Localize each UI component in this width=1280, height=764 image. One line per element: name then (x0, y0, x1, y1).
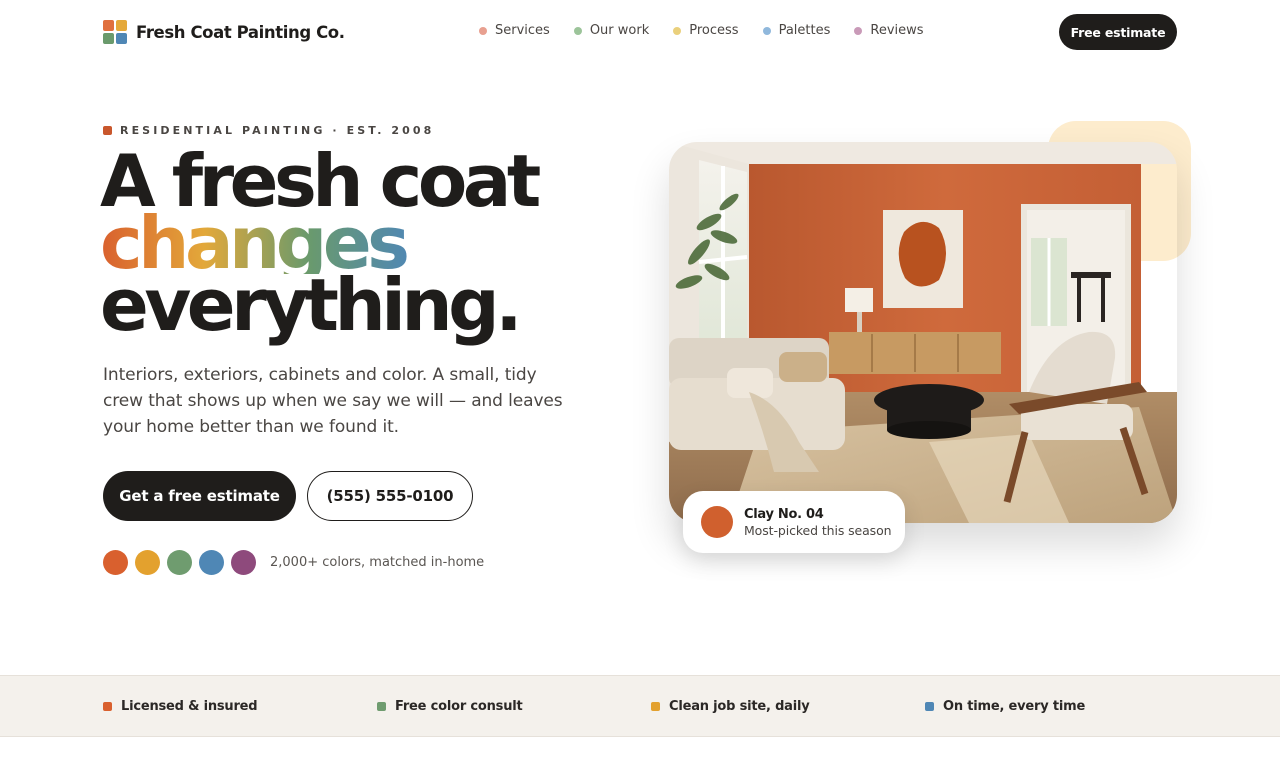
nav-item-label: Services (495, 23, 550, 38)
logo-tile (116, 20, 127, 31)
brand-name: Fresh Coat Painting Co. (136, 22, 345, 42)
featured-color-name: Clay No. 04 (744, 506, 824, 522)
swatch-orange[interactable] (103, 550, 128, 575)
color-swatches: 2,000+ colors, matched in-home (103, 550, 484, 575)
trust-bar: Licensed & insured Free color consult Cl… (0, 675, 1280, 737)
nav-item-label: Reviews (870, 23, 924, 38)
get-free-estimate-button[interactable]: Get a free estimate (103, 471, 296, 521)
hero-eyebrow: RESIDENTIAL PAINTING · EST. 2008 (103, 124, 434, 137)
brand-logo[interactable]: Fresh Coat Painting Co. (103, 20, 345, 44)
hero-headline: A fresh coat changes everything. (100, 145, 541, 347)
phone-button[interactable]: (555) 555-0100 (307, 471, 473, 521)
nav-dot-icon (479, 26, 487, 35)
free-estimate-button[interactable]: Free estimate (1059, 14, 1177, 50)
hero-room-photo (669, 142, 1177, 523)
trust-item-licensed: Licensed & insured (103, 699, 258, 714)
hero-lead-text: Interiors, exteriors, cabinets and color… (103, 365, 563, 437)
nav-item-label: Process (689, 23, 739, 38)
swatch-yellow[interactable] (135, 550, 160, 575)
trust-item-label: On time, every time (943, 699, 1086, 714)
trust-square-icon (103, 702, 112, 711)
logo-tile (103, 20, 114, 31)
nav-dot-icon (573, 26, 582, 35)
nav-item-label: Palettes (778, 23, 831, 38)
nav-item-process[interactable]: Process (673, 23, 739, 38)
swatch-green[interactable] (167, 550, 192, 575)
trust-item-label: Free color consult (395, 699, 523, 714)
living-room-illustration (669, 142, 1177, 523)
logo-tile (116, 33, 127, 44)
site-header: Fresh Coat Painting Co. Services Our wor… (0, 0, 1280, 64)
nav-dot-icon (854, 26, 863, 35)
nav-item-our-work[interactable]: Our work (573, 23, 650, 38)
trust-square-icon (377, 702, 386, 711)
nav-item-label: Our work (589, 23, 650, 38)
swatch-caption: 2,000+ colors, matched in-home (270, 555, 485, 570)
nav-item-palettes[interactable]: Palettes (762, 23, 831, 38)
trust-item-label: Licensed & insured (121, 699, 258, 714)
trust-item-clean-site: Clean job site, daily (651, 699, 810, 714)
trust-item-color-consult: Free color consult (377, 699, 523, 714)
trust-square-icon (925, 702, 934, 711)
trust-item-label: Clean job site, daily (669, 699, 810, 714)
trust-square-icon (651, 702, 660, 711)
logo-tile (103, 33, 114, 44)
swatch-blue[interactable] (199, 550, 224, 575)
nav-item-reviews[interactable]: Reviews (854, 23, 924, 38)
nav-item-services[interactable]: Services (479, 23, 550, 38)
featured-color-subtitle: Most-picked this season (744, 522, 892, 538)
headline-line-3: everything. (100, 263, 523, 347)
swatch-plum[interactable] (231, 550, 256, 575)
main-nav: Services Our work Process Palettes Revie… (479, 23, 948, 38)
eyebrow-text: RESIDENTIAL PAINTING · EST. 2008 (120, 124, 435, 137)
featured-color-dot (701, 506, 733, 538)
nav-dot-icon (673, 26, 682, 35)
featured-color-text: Clay No. 04 Most-picked this season (744, 506, 892, 538)
eyebrow-square-icon (103, 126, 112, 135)
logo-mark-icon (103, 20, 127, 44)
nav-dot-icon (762, 26, 771, 35)
trust-item-on-time: On time, every time (925, 699, 1085, 714)
featured-color-card[interactable]: Clay No. 04 Most-picked this season (683, 491, 905, 553)
